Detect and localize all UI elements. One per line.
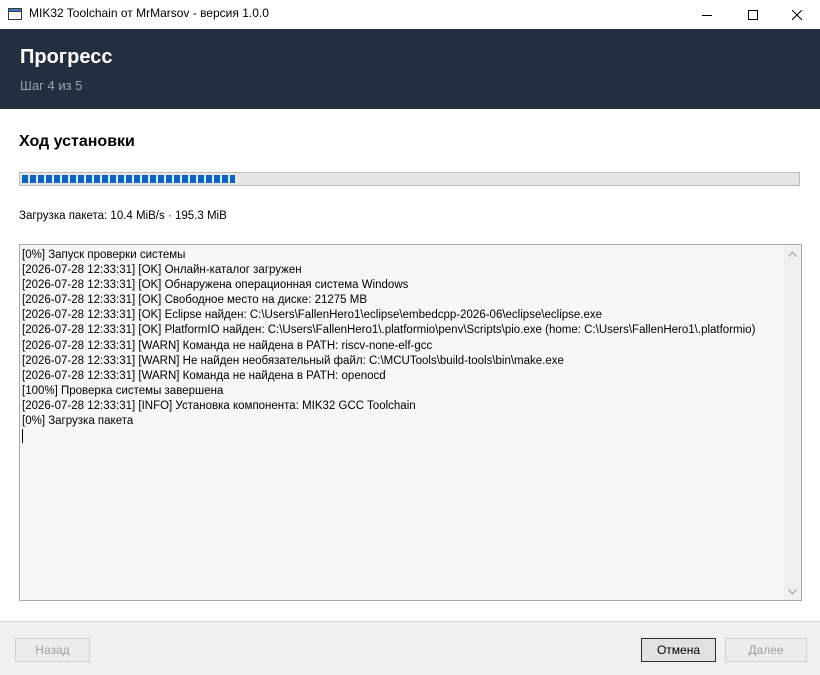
chevron-down-icon [788,588,797,595]
log-line: [100%] Проверка системы завершена [22,384,224,397]
download-status: Загрузка пакета: 10.4 MiB/s · 195.3 MiB [19,210,227,222]
cancel-button[interactable]: Отмена [641,638,716,662]
install-log[interactable]: [0%] Запуск проверки системы [2026-07-28 … [19,244,802,601]
log-line: [2026-07-28 12:33:31] [OK] PlatformIO на… [22,324,756,337]
title-bar: MIK32 Toolchain от MrMarsov - версия 1.0… [0,0,820,29]
text-caret [22,429,23,444]
log-line: [0%] Загрузка пакета [22,415,134,428]
app-icon [8,8,22,20]
close-icon [792,9,802,20]
scroll-up-button[interactable] [784,245,801,262]
wizard-footer: Назад Отмена Далее [0,621,820,675]
minimize-icon [702,14,712,16]
log-line: [2026-07-28 12:33:31] [INFO] Установка к… [22,399,416,412]
log-text: [0%] Запуск проверки системы [2026-07-28 … [22,248,783,598]
next-button[interactable]: Далее [725,638,807,662]
log-caret-line [22,429,783,444]
window-title: MIK32 Toolchain от MrMarsov - версия 1.0… [29,6,269,20]
log-line: [2026-07-28 12:33:31] [OK] Онлайн-катало… [22,264,302,277]
close-button[interactable] [774,0,820,29]
back-button[interactable]: Назад [15,638,90,662]
scroll-down-button[interactable] [784,583,801,600]
log-line: [2026-07-28 12:33:31] [WARN] Команда не … [22,369,386,382]
log-scrollbar[interactable] [784,245,801,600]
chevron-up-icon [788,250,797,257]
wizard-header: Прогресс Шаг 4 из 5 [0,29,820,109]
log-line: [2026-07-28 12:33:31] [OK] Обнаружена оп… [22,279,409,292]
progress-fill [22,175,235,183]
maximize-icon [748,9,758,20]
log-line: [2026-07-28 12:33:31] [OK] Eclipse найде… [22,309,603,322]
minimize-button[interactable] [684,0,730,29]
log-line: [2026-07-28 12:33:31] [WARN] Не найден н… [22,354,564,367]
maximize-button[interactable] [730,0,776,29]
page-title: Прогресс [20,46,113,68]
log-line: [2026-07-28 12:33:31] [WARN] Команда не … [22,339,433,352]
install-progress-bar [19,172,800,186]
log-line: [0%] Запуск проверки системы [22,249,186,261]
section-title: Ход установки [19,133,135,150]
step-indicator: Шаг 4 из 5 [20,78,83,93]
log-line: [2026-07-28 12:33:31] [OK] Свободное мес… [22,294,368,307]
